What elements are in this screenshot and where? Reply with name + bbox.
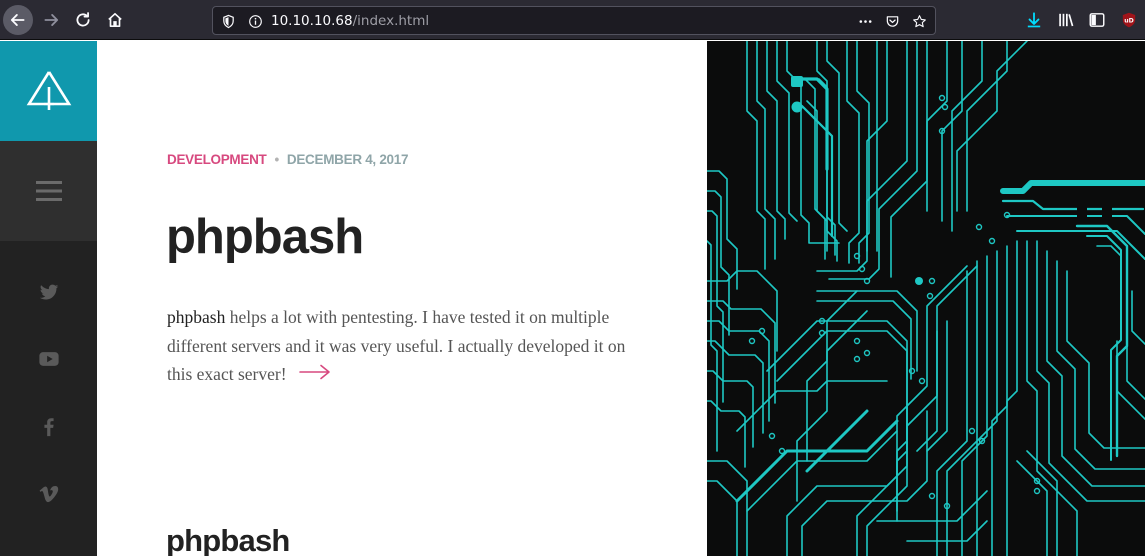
facebook-link[interactable]: [0, 407, 97, 447]
read-more-link[interactable]: [299, 360, 331, 389]
home-button[interactable]: [100, 5, 130, 35]
bookmark-star-icon[interactable]: [911, 13, 927, 29]
post-meta: DEVELOPMENT • DECEMBER 4, 2017: [167, 152, 408, 167]
circuit-board-image: [707, 41, 1145, 556]
pocket-icon[interactable]: [884, 13, 900, 29]
download-icon: [1027, 12, 1041, 28]
meta-separator-dot: •: [274, 152, 279, 167]
excerpt-text: helps a lot with pentesting. I have test…: [167, 307, 626, 384]
home-icon: [108, 12, 122, 28]
twitter-link[interactable]: [0, 272, 97, 312]
info-icon[interactable]: [247, 13, 263, 29]
arrow-right-icon: [44, 14, 59, 26]
site-sidebar: [0, 41, 97, 556]
vimeo-link[interactable]: [0, 474, 97, 514]
menu-toggle[interactable]: [0, 141, 97, 241]
site-logo[interactable]: [0, 41, 97, 141]
url-text: 10.10.10.68/index.html: [271, 13, 429, 29]
forward-button[interactable]: [36, 5, 66, 35]
browser-toolbar: 10.10.10.68/index.html uD: [0, 0, 1145, 40]
post-date-link[interactable]: DECEMBER 4, 2017: [287, 152, 409, 167]
library-button[interactable]: [1051, 5, 1081, 35]
excerpt-highlight: phpbash: [167, 307, 226, 327]
back-button[interactable]: [3, 5, 33, 35]
ublock-button[interactable]: uD: [1114, 5, 1144, 35]
main-content: DEVELOPMENT • DECEMBER 4, 2017 phpbash php…: [97, 41, 707, 556]
post-featured-image[interactable]: [707, 41, 1145, 556]
tree-logo-icon: [26, 71, 71, 110]
facebook-icon: [43, 418, 54, 437]
url-bar[interactable]: 10.10.10.68/index.html: [212, 6, 936, 35]
reload-icon: [76, 12, 90, 27]
downloads-button[interactable]: [1019, 5, 1049, 35]
post-title[interactable]: phpbash: [166, 209, 364, 265]
sidebar-icon: [1089, 13, 1105, 27]
arrow-left-icon: [10, 14, 25, 26]
page-actions-icon[interactable]: [857, 13, 873, 29]
shield-icon[interactable]: [220, 13, 236, 29]
youtube-icon: [38, 352, 59, 366]
svg-text:uD: uD: [1124, 17, 1134, 24]
arrow-right-icon: [299, 364, 330, 380]
url-path: /index.html: [352, 13, 430, 29]
vimeo-icon: [39, 486, 58, 503]
twitter-icon: [39, 284, 58, 300]
hamburger-icon: [35, 181, 62, 201]
next-post-title[interactable]: phpbash: [166, 523, 290, 556]
ublock-icon: uD: [1122, 12, 1136, 28]
post-category-link[interactable]: DEVELOPMENT: [167, 152, 267, 167]
sidebar-toggle-button[interactable]: [1082, 5, 1112, 35]
post-excerpt: phpbash helps a lot with pentesting. I h…: [167, 303, 642, 389]
reload-button[interactable]: [68, 5, 98, 35]
url-host: 10.10.10.68: [271, 13, 353, 29]
library-icon: [1059, 13, 1074, 27]
youtube-link[interactable]: [0, 339, 97, 379]
